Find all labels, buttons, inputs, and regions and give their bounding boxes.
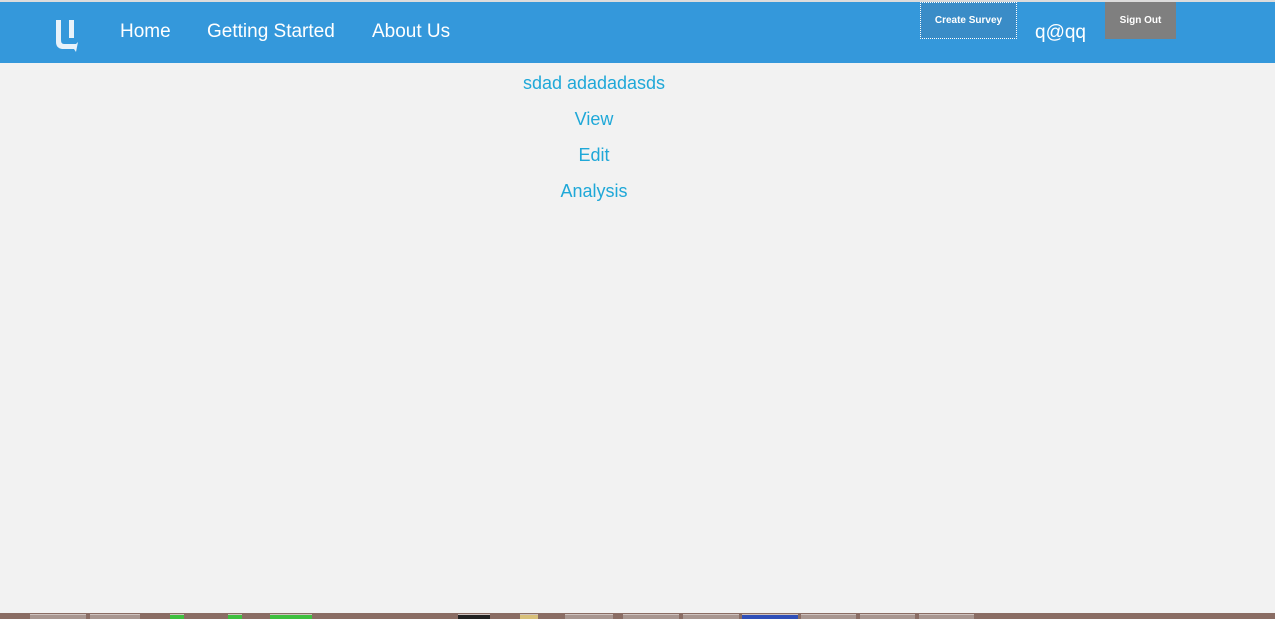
nav-home-link[interactable]: Home	[120, 21, 171, 43]
survey-edit-link[interactable]: Edit	[578, 144, 609, 166]
survey-view-link[interactable]: View	[575, 108, 614, 130]
taskbar-app-icon[interactable]	[801, 614, 856, 619]
survey-item: sdad adadadasds View Edit Analysis	[444, 72, 744, 216]
taskbar-app-icon[interactable]	[458, 614, 490, 619]
os-taskbar	[0, 613, 1275, 619]
taskbar-app-icon[interactable]	[683, 614, 739, 619]
taskbar-app-icon[interactable]	[742, 614, 798, 619]
taskbar-app-icon[interactable]	[270, 614, 312, 619]
logo-icon[interactable]	[52, 18, 80, 54]
taskbar-app-icon[interactable]	[860, 614, 915, 619]
taskbar-app-icon[interactable]	[228, 614, 242, 619]
taskbar-app-icon[interactable]	[170, 614, 184, 619]
taskbar-app-icon[interactable]	[30, 614, 86, 619]
navbar: Home Getting Started About Us Create Sur…	[0, 2, 1275, 63]
nav-getting-started-link[interactable]: Getting Started	[207, 21, 335, 43]
user-email: q@qq	[1035, 22, 1086, 43]
taskbar-app-icon[interactable]	[520, 614, 538, 619]
survey-analysis-link[interactable]: Analysis	[560, 180, 627, 202]
nav-about-us-link[interactable]: About Us	[372, 21, 450, 43]
sign-out-button[interactable]: Sign Out	[1105, 2, 1176, 39]
survey-title-link[interactable]: sdad adadadasds	[523, 72, 665, 94]
taskbar-app-icon[interactable]	[919, 614, 974, 619]
create-survey-button[interactable]: Create Survey	[920, 2, 1017, 39]
taskbar-app-icon[interactable]	[623, 614, 679, 619]
taskbar-app-icon[interactable]	[90, 614, 140, 619]
taskbar-app-icon[interactable]	[565, 614, 613, 619]
